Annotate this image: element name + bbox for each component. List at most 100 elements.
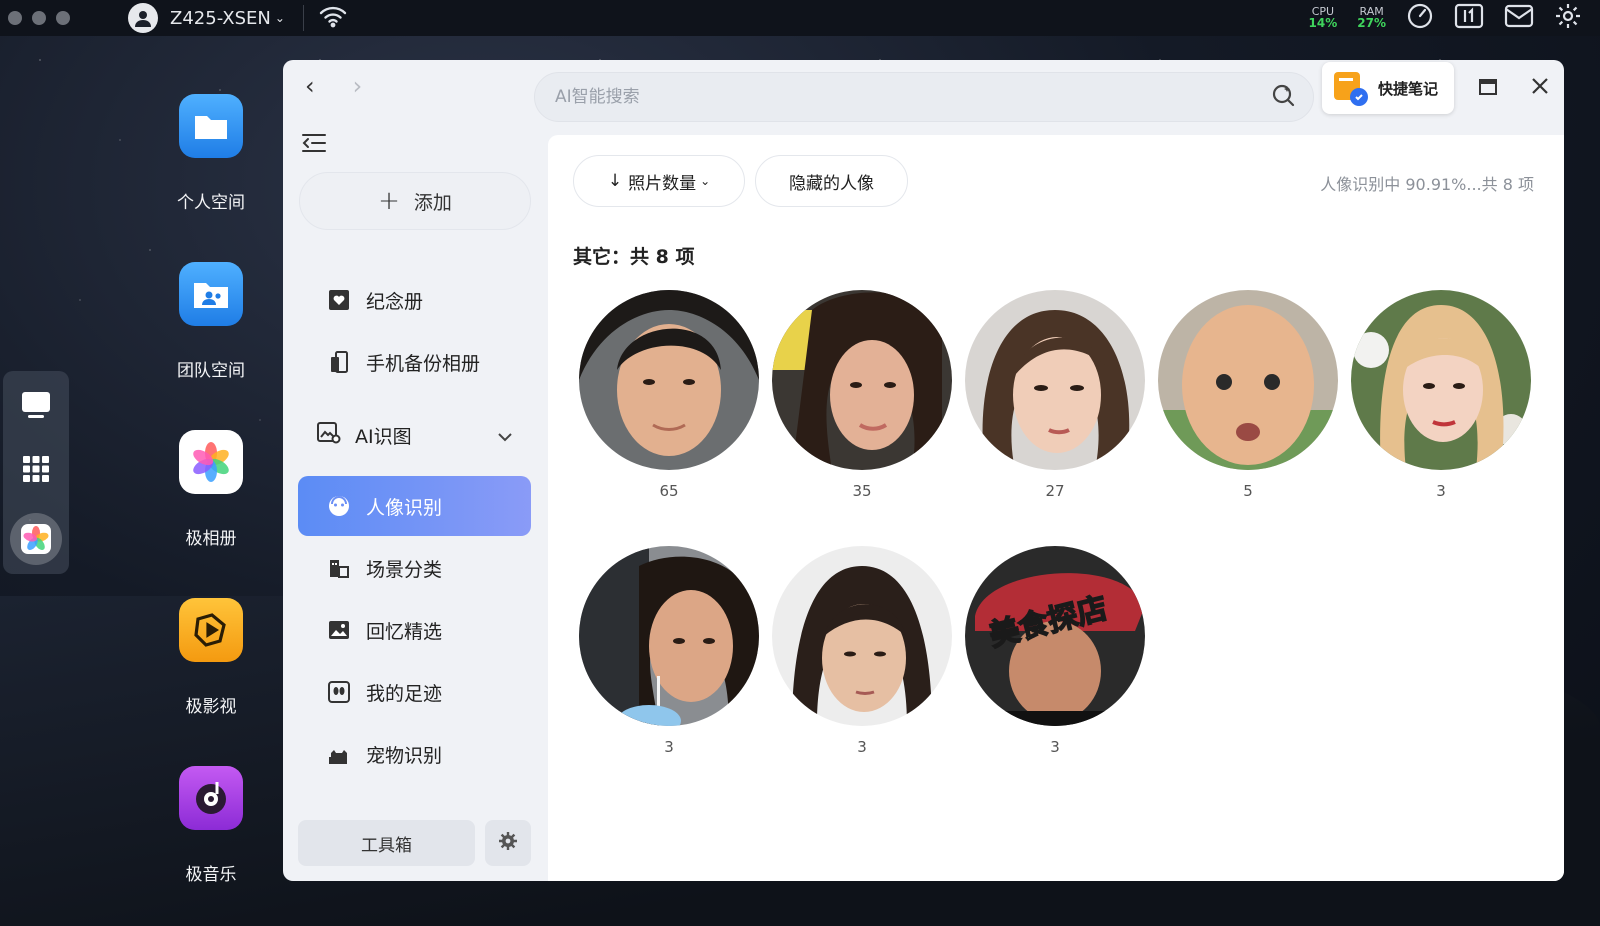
desktop-view-icon[interactable] <box>16 385 56 425</box>
sort-by-photo-count-button[interactable]: ↓ 照片数量 ⌄ <box>573 155 745 207</box>
sidebar-item-label: 手机备份相册 <box>366 352 481 375</box>
settings-gear-icon[interactable] <box>1554 2 1582 34</box>
chevron-down-icon <box>497 425 513 447</box>
plus-icon: + <box>378 186 400 216</box>
sidebar-item-album[interactable]: 纪念册 <box>298 270 531 330</box>
photo-count: 27 <box>1045 482 1065 500</box>
person-card[interactable]: 美食探店 3 <box>965 546 1145 756</box>
photos-flower-icon <box>179 430 243 494</box>
close-dot[interactable] <box>8 11 22 25</box>
person-card[interactable]: 27 <box>965 290 1145 500</box>
photo-count: 3 <box>857 738 867 756</box>
phone-backup-icon <box>328 351 350 373</box>
sidebar-item-label: 回忆精选 <box>366 620 443 643</box>
sidebar-item-label: 宠物识别 <box>366 744 443 767</box>
sidebar-item-scene[interactable]: 场景分类 <box>298 538 531 598</box>
forward-arrow-icon[interactable]: › <box>353 72 363 100</box>
zoom-dot[interactable] <box>56 11 70 25</box>
toolbox-button[interactable]: 工具箱 <box>298 820 475 866</box>
sidebar-item-label: 纪念册 <box>366 290 424 313</box>
quick-note-button[interactable]: 快捷笔记 <box>1322 62 1454 114</box>
photos-window: ‹ › + 添加 纪念册 手机备份相册 AI识图 人像识别 场景分类 回忆精选 … <box>283 60 1564 881</box>
album-heart-icon <box>328 289 350 311</box>
add-label: 添加 <box>413 191 452 214</box>
sidebar-item-label: 场景分类 <box>366 558 443 581</box>
sidebar-item-label: 人像识别 <box>366 496 443 519</box>
maximize-icon[interactable] <box>1479 76 1497 101</box>
device-name: Z425-XSEN <box>170 7 271 29</box>
minimize-dot[interactable] <box>32 11 46 25</box>
sidebar-item-footprint[interactable]: 我的足迹 <box>298 662 531 722</box>
sidebar-collapse-icon[interactable] <box>301 132 327 158</box>
back-arrow-icon[interactable]: ‹ <box>305 72 315 100</box>
photo-count: 65 <box>659 482 679 500</box>
person-card[interactable]: 3 <box>1351 290 1531 500</box>
scene-icon <box>328 557 350 579</box>
desktop-item-team-space[interactable]: 团队空间 <box>168 262 254 381</box>
sidebar-item-memories[interactable]: 回忆精选 <box>298 600 531 660</box>
desktop-item-photos[interactable]: 极相册 <box>168 430 254 549</box>
sidebar-settings-button[interactable] <box>485 820 531 866</box>
desktop-item-personal-space[interactable]: 个人空间 <box>168 94 254 213</box>
ai-search-icon[interactable] <box>1271 83 1295 112</box>
resource-monitor-icon[interactable] <box>1454 3 1484 33</box>
sidebar-item-pet[interactable]: 宠物识别 <box>298 724 531 784</box>
app-grid-icon[interactable] <box>16 449 56 489</box>
hidden-faces-label: 隐藏的人像 <box>789 173 874 194</box>
person-card[interactable]: 5 <box>1158 290 1338 500</box>
cpu-value: 14% <box>1308 16 1338 31</box>
desktop-item-video[interactable]: 极影视 <box>168 598 254 717</box>
topbar-right: CPU 14% RAM 27% <box>1309 0 1582 36</box>
folder-icon <box>179 94 243 158</box>
chevron-down-icon: ⌄ <box>700 174 711 188</box>
sidebar-item-phone-backup[interactable]: 手机备份相册 <box>298 332 531 392</box>
gear-icon <box>499 832 517 854</box>
divider <box>302 5 304 31</box>
close-icon[interactable] <box>1531 76 1549 101</box>
photo-count: 5 <box>1243 482 1253 500</box>
quick-note-label: 快捷笔记 <box>1378 79 1439 98</box>
nav-buttons: ‹ › <box>305 72 362 100</box>
device-switcher[interactable]: Z425-XSEN ⌄ <box>128 3 285 33</box>
person-card[interactable]: 65 <box>579 290 759 500</box>
sidebar-group-ai[interactable]: AI识图 <box>317 422 513 449</box>
desktop-item-label: 个人空间 <box>177 193 245 213</box>
desktop-item-music[interactable]: 极音乐 <box>168 766 254 885</box>
pet-icon <box>328 743 350 765</box>
face-thumbnail: 美食探店 <box>965 546 1145 726</box>
face-icon <box>328 495 350 517</box>
person-card[interactable]: 35 <box>772 290 952 500</box>
speed-gauge-icon[interactable] <box>1406 2 1434 34</box>
person-card[interactable]: 3 <box>772 546 952 756</box>
team-folder-icon <box>179 262 243 326</box>
face-thumbnail <box>772 546 952 726</box>
ram-value: 27% <box>1357 16 1386 31</box>
face-thumbnail <box>772 290 952 470</box>
section-title: 其它：共 8 项 <box>573 246 695 268</box>
ai-image-icon <box>317 422 341 449</box>
desktop-item-label: 极影视 <box>185 697 237 717</box>
face-thumbnail <box>579 290 759 470</box>
search-input[interactable] <box>555 87 1271 107</box>
add-button[interactable]: + 添加 <box>299 172 531 230</box>
system-topbar: Z425-XSEN ⌄ CPU 14% RAM 27% <box>0 0 1600 36</box>
wifi-icon[interactable] <box>318 4 348 32</box>
ram-stat[interactable]: RAM 27% <box>1357 6 1386 30</box>
chevron-down-icon: ⌄ <box>274 11 285 25</box>
desktop-item-label: 团队空间 <box>177 361 245 381</box>
user-avatar-icon <box>128 3 158 33</box>
sort-label: 照片数量 <box>628 173 697 194</box>
recognition-status: 人像识别中 90.91%...共 8 项 <box>1320 175 1534 194</box>
person-card[interactable]: 3 <box>579 546 759 756</box>
face-thumbnail <box>1158 290 1338 470</box>
cpu-stat[interactable]: CPU 14% <box>1309 6 1338 30</box>
memories-icon <box>328 619 350 641</box>
sidebar-item-face-recognition[interactable]: 人像识别 <box>298 476 531 536</box>
mail-icon[interactable] <box>1504 4 1534 32</box>
music-icon <box>179 766 243 830</box>
side-dock <box>3 371 69 574</box>
hidden-faces-button[interactable]: 隐藏的人像 <box>755 155 908 207</box>
toolbox-label: 工具箱 <box>361 835 412 856</box>
photos-app-icon[interactable] <box>10 513 62 565</box>
ai-search-bar[interactable] <box>534 72 1314 122</box>
